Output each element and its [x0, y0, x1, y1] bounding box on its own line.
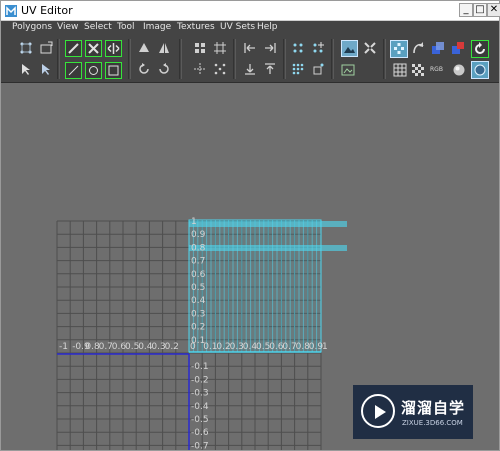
- close-button[interactable]: ✕: [487, 3, 500, 17]
- layout-uv-icon[interactable]: [193, 41, 207, 55]
- rotate-ccw-icon[interactable]: [137, 62, 151, 76]
- unfold-uv-icon[interactable]: [65, 62, 82, 79]
- menu-image[interactable]: Image: [143, 22, 171, 32]
- sphere-icon[interactable]: [452, 63, 466, 77]
- rotate-uv-icon[interactable]: [137, 41, 151, 55]
- v-axis-label: -0.7: [191, 441, 209, 450]
- rgb-channels-icon[interactable]: RGB: [430, 66, 443, 73]
- distribute-uv-icon[interactable]: [193, 62, 207, 76]
- u-axis-label: 0.5: [256, 342, 270, 352]
- menu-bar: Polygons View Select Tool Image Textures…: [1, 21, 499, 35]
- menu-tool[interactable]: Tool: [117, 22, 134, 32]
- move-uv-shell-icon[interactable]: [39, 41, 53, 55]
- grid-icon[interactable]: [393, 63, 407, 77]
- sew-uv-edge-icon[interactable]: [85, 40, 102, 57]
- align-top-icon[interactable]: [263, 62, 277, 76]
- uv-shell[interactable]: [188, 219, 347, 353]
- display-mode-icon[interactable]: [471, 61, 489, 79]
- v-axis-label: 0.3: [191, 309, 205, 319]
- uv-overlap-icon[interactable]: [431, 41, 445, 55]
- select-shell-icon[interactable]: [291, 41, 305, 55]
- watermark-title: 溜溜自学: [401, 399, 466, 417]
- u-axis-label: 0.7: [99, 342, 113, 352]
- u-axis-label: 0: [190, 342, 196, 352]
- display-image-icon[interactable]: [341, 40, 358, 57]
- scatter-uv-icon[interactable]: [213, 62, 227, 76]
- v-axis-label: 0.8: [191, 243, 206, 253]
- optimize-uv-icon[interactable]: [105, 62, 122, 79]
- select-uv-arrow-icon[interactable]: [39, 62, 53, 76]
- cut-uv-edge-icon[interactable]: [65, 40, 82, 57]
- v-axis-label: 0.6: [191, 270, 206, 280]
- uv-editor-window: UV Editor _ □ ✕ Polygons View Select Too…: [0, 0, 500, 451]
- v-axis-label: -0.2: [191, 375, 209, 385]
- maximize-button[interactable]: □: [473, 3, 487, 17]
- shell-border-icon[interactable]: [311, 62, 325, 76]
- u-axis-label: 1: [322, 342, 328, 352]
- u-axis-label: 0.2: [165, 342, 179, 352]
- align-left-icon[interactable]: [243, 41, 257, 55]
- v-axis-label: -0.1: [191, 362, 209, 372]
- u-axis-label: -1: [59, 342, 68, 352]
- v-axis-label: 0.5: [191, 283, 205, 293]
- uv-shell-color-icon[interactable]: [451, 41, 465, 55]
- align-bottom-icon[interactable]: [243, 62, 257, 76]
- v-axis-label: 0.4: [191, 296, 206, 306]
- v-axis-label: -0.4: [191, 402, 209, 412]
- v-axis-label: 0.2: [191, 323, 205, 333]
- v-axis-label: 1: [191, 217, 197, 227]
- grid-snap-icon[interactable]: [213, 41, 227, 55]
- menu-textures[interactable]: Textures: [177, 22, 215, 32]
- v-axis-label: -0.6: [191, 428, 209, 438]
- flip-uv-icon[interactable]: [105, 40, 122, 57]
- v-axis-label: 0.7: [191, 257, 205, 267]
- select-arrow-icon[interactable]: [19, 62, 33, 76]
- watermark-url: ZIXUE.3D66.COM: [402, 419, 463, 427]
- toolbar: RGB: [1, 35, 499, 83]
- shell-grid-icon[interactable]: [291, 62, 305, 76]
- menu-view[interactable]: View: [57, 22, 78, 32]
- align-right-icon[interactable]: [263, 41, 277, 55]
- title-bar: UV Editor _ □ ✕: [1, 1, 500, 21]
- shrink-icon[interactable]: [363, 41, 377, 55]
- menu-polygons[interactable]: Polygons: [12, 22, 52, 32]
- menu-uv-sets[interactable]: UV Sets: [220, 22, 255, 32]
- u-axis-label: 0.7: [282, 342, 296, 352]
- curve-arrow-icon[interactable]: [411, 41, 425, 55]
- u-axis-label: 0.5: [125, 342, 139, 352]
- minimize-button[interactable]: _: [459, 3, 473, 17]
- u-axis-label: 0.2: [216, 342, 230, 352]
- flip-horizontal-icon[interactable]: [157, 41, 171, 55]
- u-axis-label: 0.3: [230, 342, 244, 352]
- menu-help[interactable]: Help: [257, 22, 278, 32]
- u-axis-label: 0.1: [203, 342, 217, 352]
- watermark: 溜溜自学 ZIXUE.3D66.COM: [353, 385, 473, 439]
- select-vertex-icon[interactable]: [19, 41, 33, 55]
- v-axis-label: -0.3: [191, 389, 209, 399]
- add-uv-icon[interactable]: [311, 41, 325, 55]
- maya-app-icon: [5, 5, 17, 17]
- refresh-icon[interactable]: [471, 40, 489, 58]
- menu-select[interactable]: Select: [84, 22, 112, 32]
- rotate-cw-icon[interactable]: [157, 62, 171, 76]
- image-dim-icon[interactable]: [341, 63, 355, 77]
- v-axis-label: -0.5: [191, 415, 209, 425]
- v-axis-label: 0.9: [191, 230, 206, 240]
- checker-icon[interactable]: [411, 63, 425, 77]
- texture-borders-icon[interactable]: [390, 40, 408, 58]
- u-axis-label: 0.3: [151, 342, 165, 352]
- relax-uv-icon[interactable]: [85, 62, 102, 79]
- window-title: UV Editor: [21, 4, 73, 17]
- play-logo-icon: [361, 394, 395, 428]
